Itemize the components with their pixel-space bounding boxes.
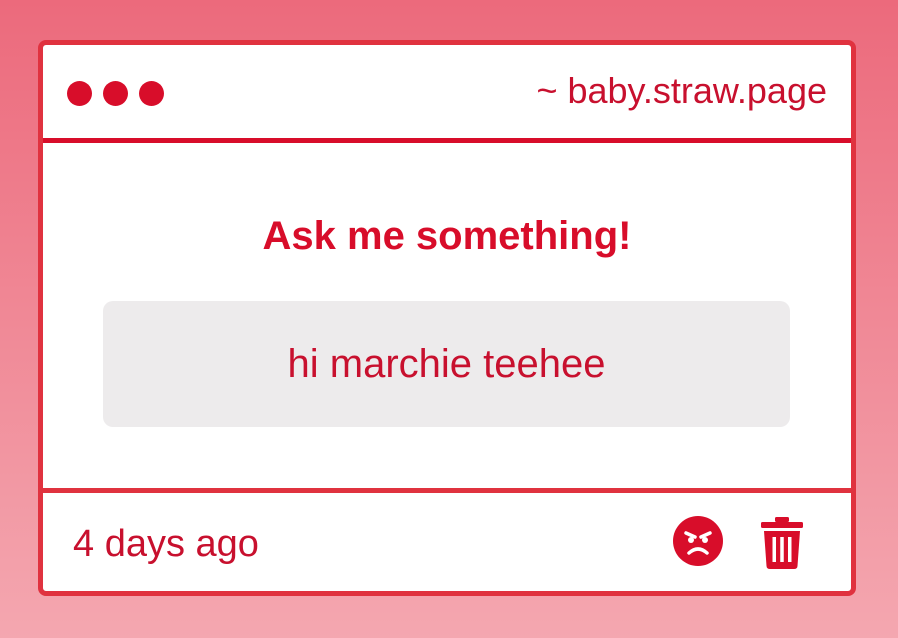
angry-face-icon[interactable] <box>673 516 723 566</box>
window-titlebar: ~ baby.straw.page <box>43 45 851 143</box>
window-controls <box>67 81 164 106</box>
page-url: ~ baby.straw.page <box>536 70 827 111</box>
card-footer: 4 days ago <box>43 488 851 591</box>
window-dot-icon[interactable] <box>67 81 92 106</box>
timestamp: 4 days ago <box>73 523 259 565</box>
card-content: Ask me something! hi marchie teehee <box>43 143 851 488</box>
trash-icon[interactable] <box>761 517 803 569</box>
question-text: hi marchie teehee <box>287 341 606 386</box>
message-card: ~ baby.straw.page Ask me something! hi m… <box>38 40 856 596</box>
window-dot-icon[interactable] <box>139 81 164 106</box>
page-title: Ask me something! <box>262 214 632 258</box>
window-dot-icon[interactable] <box>103 81 128 106</box>
question-box: hi marchie teehee <box>103 301 790 427</box>
